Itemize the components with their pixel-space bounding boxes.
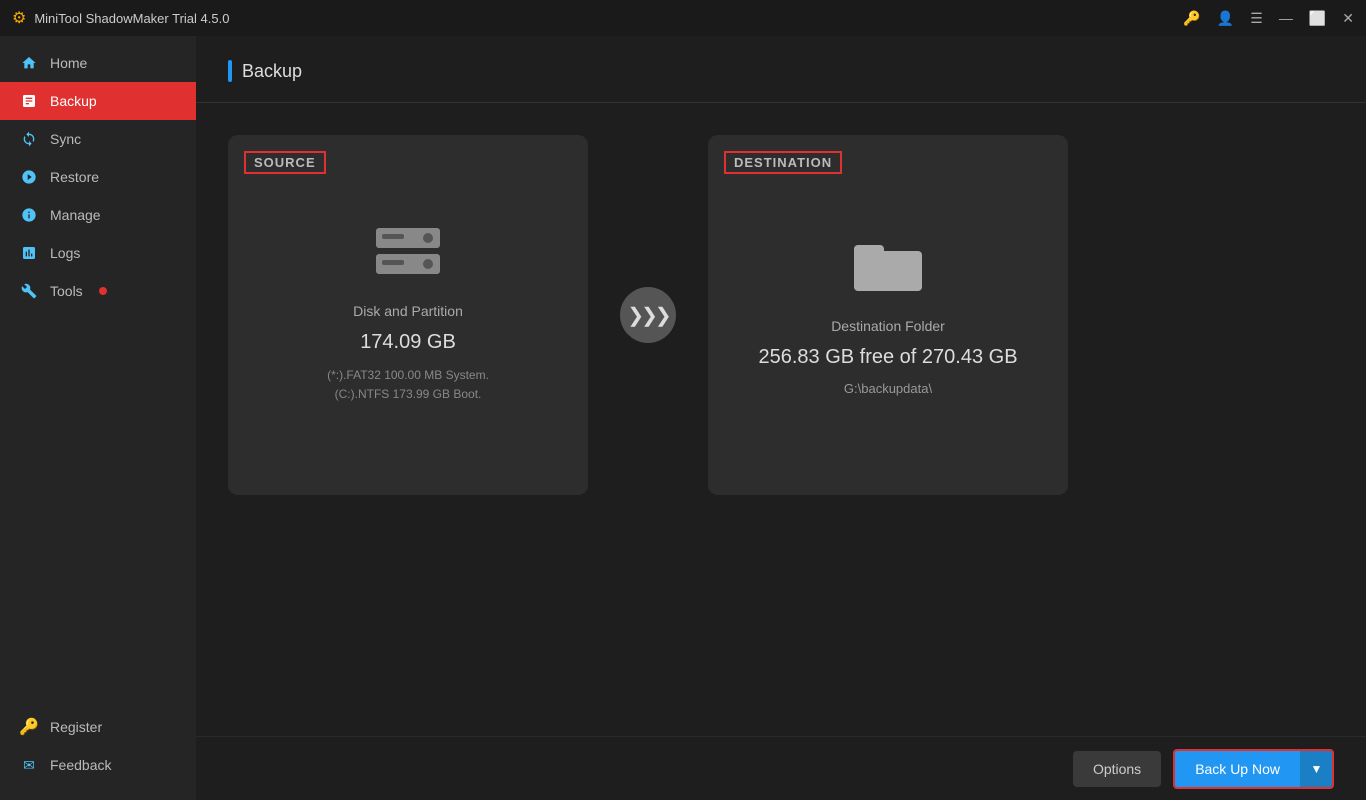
destination-path-text: G:\backupdata\ [844, 381, 932, 396]
sidebar-item-backup-label: Backup [50, 93, 97, 109]
app-body: Home Backup Sync Restore Manage [0, 36, 1366, 800]
sidebar-item-home-label: Home [50, 55, 87, 71]
destination-folder-icon-area [852, 235, 924, 298]
register-key-icon: 🔑 [20, 718, 38, 736]
sidebar-item-backup[interactable]: Backup [0, 82, 196, 120]
app-title: MiniTool ShadowMaker Trial 4.5.0 [34, 11, 1183, 26]
folder-icon [852, 235, 924, 293]
sidebar-item-logs[interactable]: Logs [0, 234, 196, 272]
sidebar-item-feedback[interactable]: ✉ Feedback [0, 746, 196, 784]
sidebar-item-register[interactable]: 🔑 Register [0, 708, 196, 746]
titlebar-controls: 🔑 👤 ☰ — ⬜ ✕ [1183, 10, 1354, 27]
titlebar-menu-icon[interactable]: ☰ [1250, 10, 1263, 27]
source-main-text: Disk and Partition [353, 303, 463, 319]
sidebar-item-sync[interactable]: Sync [0, 120, 196, 158]
titlebar-restore-button[interactable]: ⬜ [1309, 10, 1326, 27]
sidebar-item-manage-label: Manage [50, 207, 101, 223]
bottom-bar: Options Back Up Now ▼ [196, 736, 1366, 800]
restore-icon [20, 168, 38, 186]
titlebar-close-button[interactable]: ✕ [1342, 10, 1354, 27]
main-content: Backup SOURCE [196, 36, 1366, 800]
destination-card-header: DESTINATION [724, 151, 842, 174]
source-card-header: SOURCE [244, 151, 326, 174]
page-title: Backup [242, 61, 302, 82]
disk-icon [372, 226, 444, 278]
tools-notification-dot [99, 287, 107, 295]
app-logo-icon: ⚙ [12, 8, 26, 28]
page-title-accent [228, 60, 232, 82]
source-card[interactable]: SOURCE Disk and Partit [228, 135, 588, 495]
arrow-symbol: ❯❯❯ [627, 303, 668, 328]
sync-icon [20, 130, 38, 148]
sidebar-item-restore[interactable]: Restore [0, 158, 196, 196]
dropdown-chevron-icon: ▼ [1311, 762, 1323, 776]
backup-icon [20, 92, 38, 110]
home-icon [20, 54, 38, 72]
sidebar-item-sync-label: Sync [50, 131, 81, 147]
page-header: Backup [196, 36, 1366, 103]
sidebar-item-feedback-label: Feedback [50, 757, 111, 773]
sidebar-item-tools-label: Tools [50, 283, 83, 299]
backup-now-group: Back Up Now ▼ [1173, 749, 1334, 789]
destination-size-text: 256.83 GB free of 270.43 GB [758, 346, 1017, 369]
feedback-mail-icon: ✉ [20, 756, 38, 774]
manage-icon [20, 206, 38, 224]
sidebar-item-register-label: Register [50, 719, 102, 735]
logs-icon [20, 244, 38, 262]
titlebar-minimize-button[interactable]: — [1279, 10, 1293, 26]
sidebar-item-home[interactable]: Home [0, 44, 196, 82]
backup-now-dropdown-button[interactable]: ▼ [1300, 751, 1332, 787]
sidebar-item-manage[interactable]: Manage [0, 196, 196, 234]
destination-main-text: Destination Folder [831, 318, 945, 334]
titlebar: ⚙ MiniTool ShadowMaker Trial 4.5.0 🔑 👤 ☰… [0, 0, 1366, 36]
sidebar-item-logs-label: Logs [50, 245, 80, 261]
tools-icon [20, 282, 38, 300]
arrow-button[interactable]: ❯❯❯ [620, 287, 676, 343]
backup-now-button[interactable]: Back Up Now [1175, 751, 1300, 787]
source-size-text: 174.09 GB [360, 331, 456, 354]
sidebar: Home Backup Sync Restore Manage [0, 36, 196, 800]
source-disk-icon-area [372, 226, 444, 283]
titlebar-user-icon[interactable]: 👤 [1217, 10, 1234, 27]
sidebar-bottom: 🔑 Register ✉ Feedback [0, 708, 196, 800]
destination-card[interactable]: DESTINATION Destination Folder 256.83 GB… [708, 135, 1068, 495]
sidebar-item-restore-label: Restore [50, 169, 99, 185]
sidebar-item-tools[interactable]: Tools [0, 272, 196, 310]
backup-area: SOURCE Disk and Partit [196, 103, 1366, 736]
source-detail-text: (*:).FAT32 100.00 MB System. (C:).NTFS 1… [327, 366, 489, 404]
titlebar-key-icon[interactable]: 🔑 [1183, 10, 1200, 27]
options-button[interactable]: Options [1073, 751, 1161, 787]
backup-cards-row: SOURCE Disk and Partit [228, 135, 1334, 495]
